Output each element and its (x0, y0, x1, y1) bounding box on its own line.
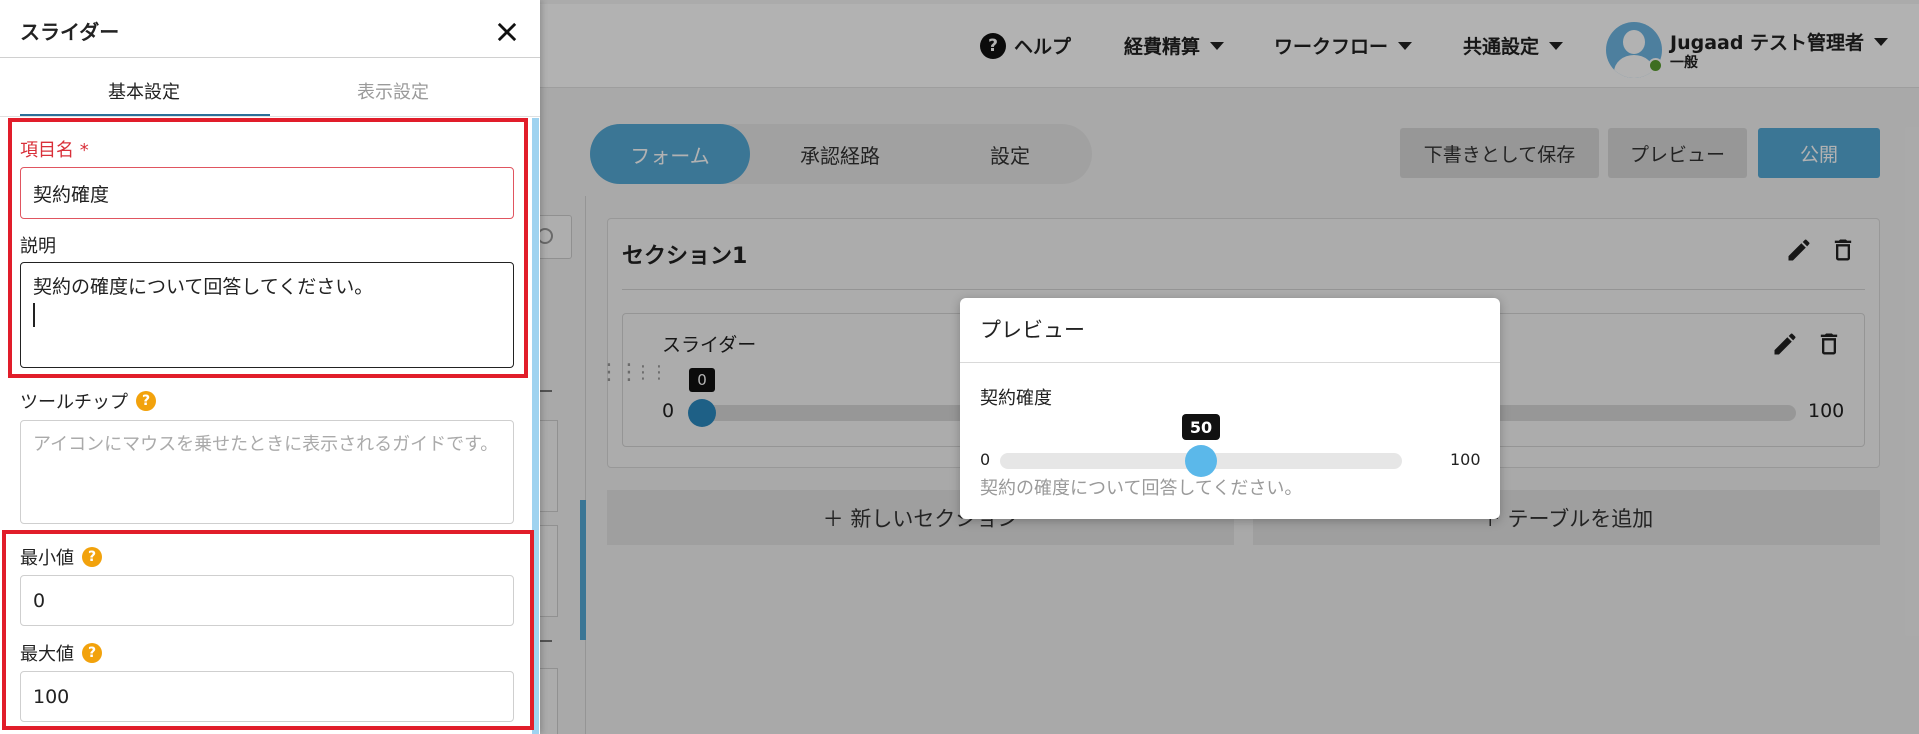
tooltip-label: ツールチップ ? (20, 388, 156, 414)
tooltip-label-text: ツールチップ (20, 392, 128, 413)
preview-description: 契約の確度について回答してください。 (980, 478, 1303, 499)
tab-display-settings[interactable]: 表示設定 (357, 78, 429, 104)
preview-field-label: 契約確度 (980, 388, 1052, 409)
panel-tabs-divider (0, 116, 540, 117)
help-question-icon[interactable]: ? (136, 391, 156, 411)
close-icon[interactable] (493, 18, 521, 46)
preview-slider-thumb[interactable] (1185, 445, 1217, 477)
active-tab-indicator (20, 114, 270, 116)
panel-header-divider (0, 57, 540, 58)
highlight-box-min-max (2, 530, 534, 730)
preview-slider-max: 100 (1450, 450, 1481, 469)
preview-slider-min: 0 (980, 450, 991, 469)
highlight-box-name-description (8, 118, 528, 378)
tab-basic-settings[interactable]: 基本設定 (108, 78, 180, 104)
preview-divider (960, 362, 1500, 363)
preview-title: プレビュー (980, 318, 1085, 342)
tooltip-textarea[interactable]: アイコンにマウスを乗せたときに表示されるガイドです。 (20, 420, 514, 524)
preview-modal: プレビュー 契約確度 0 50 100 契約の確度について回答してください。 (960, 298, 1500, 519)
preview-slider-value: 50 (1182, 414, 1220, 440)
tooltip-placeholder: アイコンにマウスを乗せたときに表示されるガイドです。 (33, 434, 499, 455)
panel-title: スライダー (20, 20, 120, 44)
settings-panel: スライダー 基本設定 表示設定 項目名 * 契約確度 説明 契約の確度について回… (0, 0, 540, 734)
